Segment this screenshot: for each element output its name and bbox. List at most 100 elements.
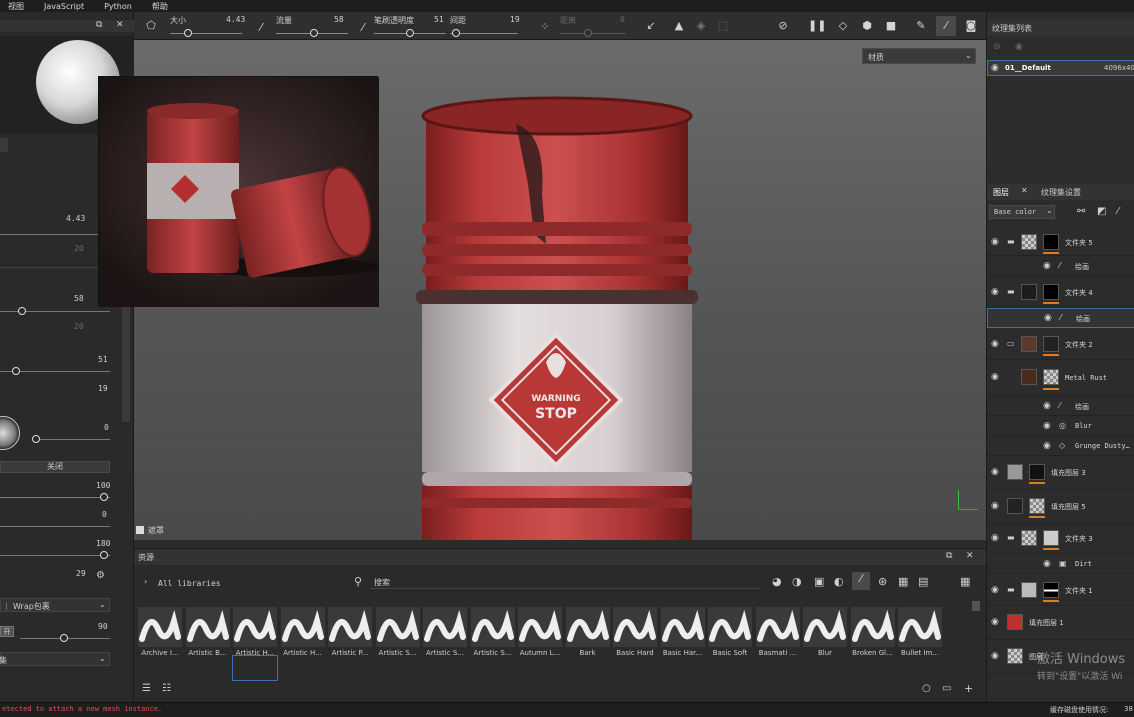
- flow-track[interactable]: [0, 311, 110, 312]
- filter-particle-icon[interactable]: ⊛: [878, 575, 887, 588]
- search-icon[interactable]: ⚲: [354, 575, 362, 588]
- material-dropdown[interactable]: 材质 ⌄: [862, 48, 976, 64]
- menu-javascript[interactable]: JavaScript: [44, 2, 84, 11]
- eye-icon[interactable]: ◉: [991, 287, 999, 297]
- param-track-1[interactable]: [0, 497, 110, 498]
- panel-scrollbar[interactable]: [122, 302, 130, 422]
- eye-icon[interactable]: ◉: [1044, 313, 1052, 323]
- add-icon[interactable]: +: [964, 682, 973, 695]
- spacing-readout[interactable]: 19: [98, 384, 108, 393]
- layer-row[interactable]: ◉ 填充图层 3: [987, 456, 1134, 490]
- 3d-viewport[interactable]: 材质 ⌄ WARNING STOP 遮罩: [98, 40, 986, 540]
- hide-icon[interactable]: ⊘: [776, 19, 790, 33]
- add-effect-icon[interactable]: ⚯: [1077, 206, 1085, 217]
- texture-set-row[interactable]: ◉ 01__Default 4096x40: [987, 60, 1134, 76]
- filter-smart-material-icon[interactable]: ◑: [792, 575, 802, 588]
- eye-icon[interactable]: ◉: [1043, 559, 1051, 569]
- eye-icon[interactable]: ◉: [991, 585, 999, 595]
- size-readout[interactable]: 4.43: [66, 214, 85, 223]
- mask-checkbox[interactable]: [136, 526, 144, 534]
- chevron-right-icon[interactable]: ›: [144, 577, 147, 586]
- eye-icon[interactable]: ◉: [991, 467, 999, 477]
- brush-tile[interactable]: Broken Gl...: [850, 607, 895, 663]
- eye-icon[interactable]: ◉: [991, 372, 999, 382]
- tab-layers[interactable]: 图层: [993, 187, 1009, 198]
- list-view-icon[interactable]: ☰: [142, 683, 151, 694]
- param-readout-2[interactable]: 0: [102, 510, 107, 519]
- brush-tool-icon[interactable]: ⁄: [936, 16, 956, 36]
- layer-sub-row[interactable]: ◉ ◎ Blur: [987, 416, 1134, 436]
- brush-tile[interactable]: Basic Soft: [708, 607, 752, 663]
- lazy-mouse-icon[interactable]: ↙: [644, 19, 658, 33]
- angle-track[interactable]: [40, 439, 110, 440]
- bottom-dropdown[interactable]: 集 ⌄: [0, 652, 110, 666]
- close-icon[interactable]: ✕: [116, 20, 124, 30]
- brush-tile[interactable]: Archive I...: [138, 607, 182, 663]
- param-track-3[interactable]: [0, 555, 110, 556]
- flow-slider-knob[interactable]: [310, 29, 318, 37]
- view-mode-icon[interactable]: ◇: [836, 19, 850, 33]
- opacity-readout[interactable]: 51: [98, 355, 108, 364]
- eye-icon[interactable]: ◉: [991, 63, 999, 73]
- opacity-value[interactable]: 51: [434, 15, 444, 24]
- spacing-slider-knob[interactable]: [452, 29, 460, 37]
- eye-icon[interactable]: ◉: [991, 651, 999, 661]
- param-readout-4[interactable]: 29: [76, 569, 86, 578]
- pause-icon[interactable]: ❚❚: [808, 19, 826, 33]
- settings-gear-icon[interactable]: ⚙: [96, 570, 105, 581]
- size-slider-knob[interactable]: [184, 29, 192, 37]
- libraries-label[interactable]: All libraries: [158, 579, 221, 588]
- filter-procedural-icon[interactable]: ◐: [834, 575, 844, 588]
- tab-stub[interactable]: [0, 138, 8, 152]
- transform-icon[interactable]: ⬚: [716, 19, 730, 33]
- brush-tile[interactable]: Basic Hard: [613, 607, 657, 663]
- flow-track-knob[interactable]: [18, 307, 26, 315]
- size-value[interactable]: 4.43: [226, 15, 245, 24]
- assets-scrollbar[interactable]: [972, 601, 980, 611]
- layer-row[interactable]: ◉ ▭ 文件夹 2: [987, 328, 1134, 360]
- param-track-1-knob[interactable]: [100, 493, 108, 501]
- opacity-slider-knob[interactable]: [406, 29, 414, 37]
- close-icon[interactable]: ✕: [966, 551, 974, 561]
- toggle-off-button[interactable]: 关闭: [0, 461, 110, 473]
- float-icon[interactable]: ⧉: [96, 20, 102, 30]
- add-paint-layer-icon[interactable]: ⁄: [1117, 206, 1119, 217]
- size-track[interactable]: [0, 234, 110, 235]
- brush-tile[interactable]: Artistic S...: [470, 607, 515, 663]
- param-track-2[interactable]: [0, 526, 110, 527]
- layer-row[interactable]: ◉ Metal Rust: [987, 360, 1134, 396]
- mirror-icon[interactable]: ◈: [694, 19, 708, 33]
- brush-tile[interactable]: Blur: [803, 607, 847, 663]
- eye-icon[interactable]: ◉: [991, 339, 999, 349]
- channel-dropdown[interactable]: Base color ⌄: [989, 205, 1055, 219]
- brush-tile[interactable]: Bark: [565, 607, 610, 663]
- layer-row[interactable]: ◉ ▬ 文件夹 4: [987, 276, 1134, 308]
- param-track-5-knob[interactable]: [60, 634, 68, 642]
- layer-sub-row[interactable]: ◉ ⁄ 绘画: [987, 396, 1134, 416]
- link-icon[interactable]: ⊜: [993, 42, 1001, 52]
- eye-icon[interactable]: ◉: [1015, 42, 1023, 52]
- angle-dial[interactable]: [0, 416, 20, 450]
- layer-sub-row[interactable]: ◉ ◇ Grunge Dusty…: [987, 436, 1134, 456]
- spacing-value[interactable]: 19: [510, 15, 520, 24]
- flow-value[interactable]: 58: [334, 15, 344, 24]
- filter-brush-icon[interactable]: ⁄: [852, 572, 870, 590]
- spacing-slider[interactable]: [450, 33, 518, 34]
- menu-help[interactable]: 帮助: [152, 1, 168, 12]
- add-mask-icon[interactable]: ◩: [1097, 206, 1106, 217]
- brush-tile[interactable]: Basmati ...: [755, 607, 800, 663]
- cube-icon[interactable]: ⬢: [860, 19, 874, 33]
- brush-tile[interactable]: Artistic S...: [423, 607, 467, 663]
- brush-tile[interactable]: Bullet Im...: [898, 607, 942, 663]
- eye-icon[interactable]: ◉: [991, 501, 999, 511]
- layer-row[interactable]: ◉ 填充图层 5: [987, 490, 1134, 524]
- layer-row[interactable]: ◉ ▬ 文件夹 1: [987, 574, 1134, 606]
- screenshot-camera-icon[interactable]: ◙: [964, 19, 978, 33]
- filter-material-icon[interactable]: ◕: [772, 575, 782, 588]
- param-track-3-knob[interactable]: [100, 551, 108, 559]
- eye-icon[interactable]: ◉: [1043, 421, 1051, 431]
- flow-readout[interactable]: 58: [74, 294, 84, 303]
- layer-row[interactable]: ◉ ▬ 文件夹 3: [987, 524, 1134, 554]
- wrap-dropdown[interactable]: | Wrap包裹 ⌄: [0, 598, 110, 612]
- mask-toggle[interactable]: 遮罩: [136, 524, 176, 536]
